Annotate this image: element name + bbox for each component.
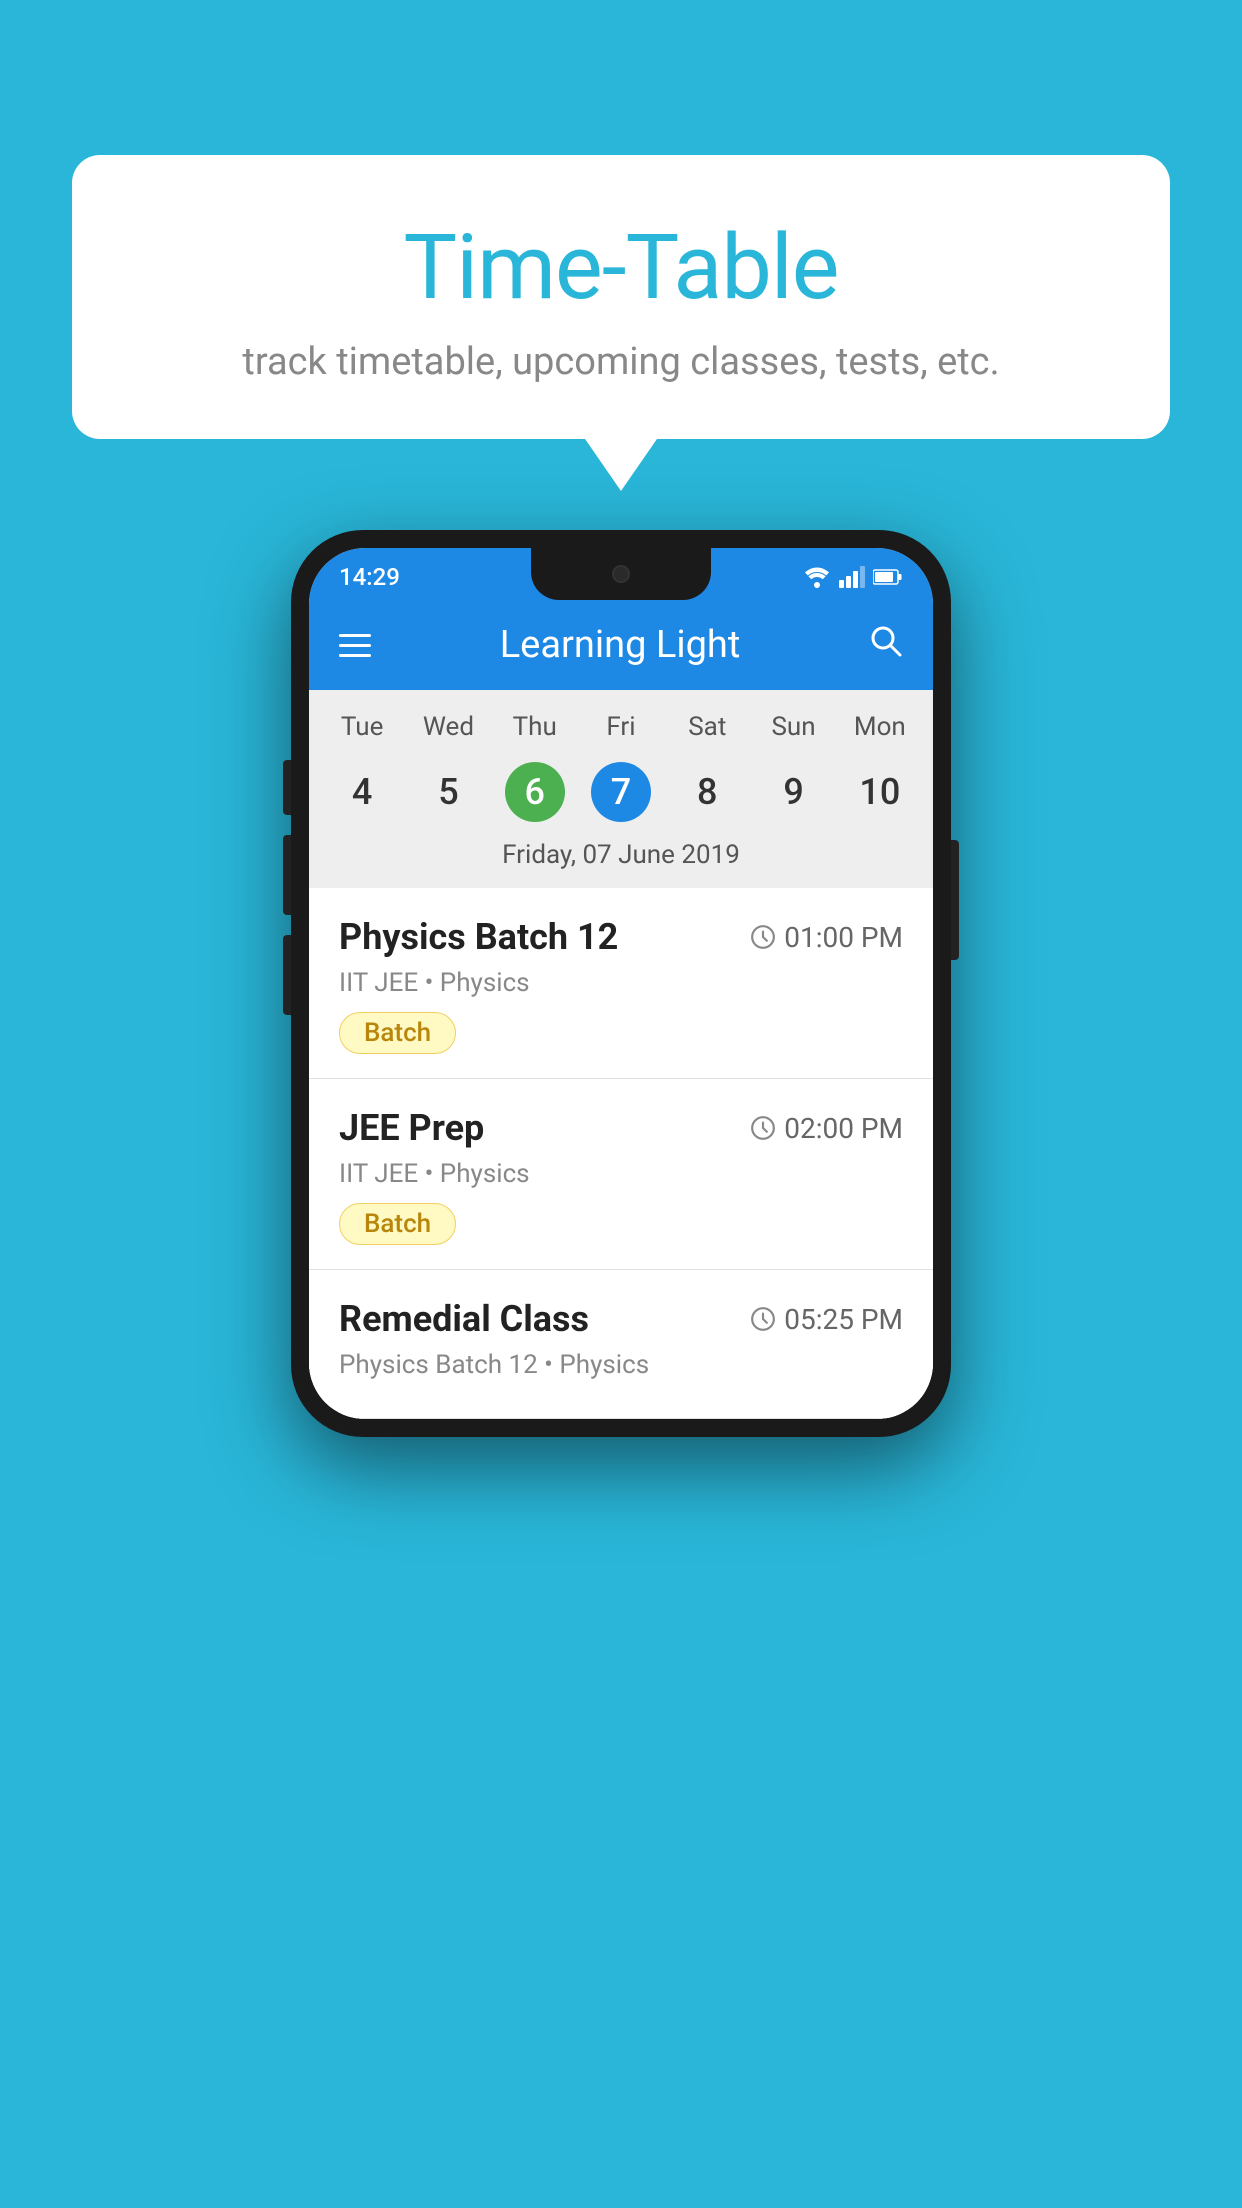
date-number: 8: [677, 762, 737, 822]
schedule-item-title: Remedial Class: [339, 1298, 589, 1340]
menu-icon[interactable]: [339, 634, 371, 657]
phone-notch: [531, 548, 711, 600]
calendar-day-name: Sat: [664, 712, 750, 742]
hero-subtitle: track timetable, upcoming classes, tests…: [112, 340, 1130, 384]
schedule-list: Physics Batch 12 01:00 PM IIT JEE • Physic…: [309, 888, 933, 1419]
date-number: 5: [418, 762, 478, 822]
app-toolbar: Learning Light: [309, 600, 933, 690]
batch-badge: Batch: [339, 1203, 456, 1245]
phone-side-btn-2: [283, 835, 291, 915]
schedule-item-title: Physics Batch 12: [339, 916, 618, 958]
date-number: 7: [591, 762, 651, 822]
calendar-date-cell[interactable]: 4: [319, 758, 405, 826]
clock-icon: [750, 1115, 776, 1141]
calendar-days-header: TueWedThuFriSatSunMon: [309, 690, 933, 750]
search-icon[interactable]: [869, 624, 903, 667]
calendar-date-cell[interactable]: 9: [750, 758, 836, 826]
schedule-item[interactable]: JEE Prep 02:00 PM IIT JEE • Physics Batch: [309, 1079, 933, 1270]
phone-outer: 14:29: [291, 530, 951, 1437]
date-number: 4: [332, 762, 392, 822]
selected-date-label: Friday, 07 June 2019: [309, 840, 933, 888]
phone-mockup: 14:29: [291, 530, 951, 1437]
phone-side-btn-1: [283, 760, 291, 815]
hamburger-line-3: [339, 654, 371, 657]
hero-title: Time-Table: [112, 215, 1130, 320]
calendar-dates: 456789 10: [309, 750, 933, 840]
schedule-item-time: 02:00 PM: [750, 1112, 903, 1145]
clock-icon: [750, 924, 776, 950]
status-time: 14:29: [339, 563, 400, 591]
calendar-date-cell[interactable]: 6: [492, 758, 578, 826]
phone-screen: 14:29: [309, 548, 933, 1419]
calendar-day-name: Tue: [319, 712, 405, 742]
app-title: Learning Light: [500, 623, 741, 667]
schedule-item-header: Remedial Class 05:25 PM: [339, 1298, 903, 1340]
date-number: 10: [850, 762, 910, 822]
calendar-day-name: Wed: [405, 712, 491, 742]
calendar-date-cell[interactable]: 5: [405, 758, 491, 826]
schedule-item-time: 01:00 PM: [750, 921, 903, 954]
schedule-item[interactable]: Remedial Class 05:25 PM Physics Batch 12 •…: [309, 1270, 933, 1419]
signal-icon: [839, 566, 865, 588]
wifi-icon: [803, 566, 831, 588]
schedule-item-time: 05:25 PM: [750, 1303, 903, 1336]
hamburger-line-2: [339, 644, 371, 647]
clock-icon: [750, 1306, 776, 1332]
speech-bubble-container: Time-Table track timetable, upcoming cla…: [72, 155, 1170, 439]
schedule-item-header: JEE Prep 02:00 PM: [339, 1107, 903, 1149]
phone-power-btn: [951, 840, 959, 960]
schedule-item-subtitle: IIT JEE • Physics: [339, 968, 903, 998]
date-number: 9: [764, 762, 824, 822]
speech-bubble: Time-Table track timetable, upcoming cla…: [72, 155, 1170, 439]
calendar-day-name: Fri: [578, 712, 664, 742]
calendar-day-name: Thu: [492, 712, 578, 742]
calendar-date-cell[interactable]: 8: [664, 758, 750, 826]
date-number: 6: [505, 762, 565, 822]
schedule-item[interactable]: Physics Batch 12 01:00 PM IIT JEE • Physic…: [309, 888, 933, 1079]
battery-icon: [873, 568, 903, 586]
schedule-item-header: Physics Batch 12 01:00 PM: [339, 916, 903, 958]
phone-side-btn-3: [283, 935, 291, 1015]
calendar-date-cell[interactable]: 10: [837, 758, 923, 826]
calendar-date-cell[interactable]: 7: [578, 758, 664, 826]
hamburger-line-1: [339, 634, 371, 637]
calendar-day-name: Sun: [750, 712, 836, 742]
status-icons: [803, 566, 903, 588]
calendar-day-name: Mon: [837, 712, 923, 742]
calendar: TueWedThuFriSatSunMon 456789 10 Friday, 0…: [309, 690, 933, 888]
schedule-item-title: JEE Prep: [339, 1107, 484, 1149]
batch-badge: Batch: [339, 1012, 456, 1054]
schedule-item-subtitle: Physics Batch 12 • Physics: [339, 1350, 903, 1380]
front-camera: [612, 565, 630, 583]
schedule-item-subtitle: IIT JEE • Physics: [339, 1159, 903, 1189]
